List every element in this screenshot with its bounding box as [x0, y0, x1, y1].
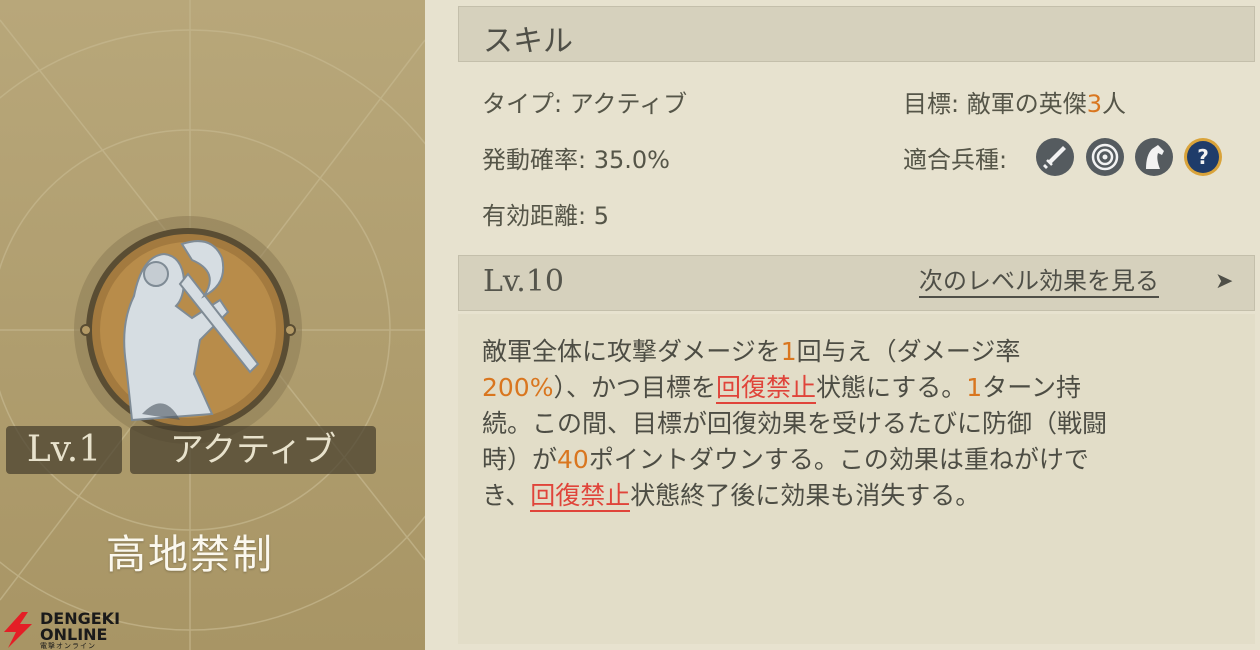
skill-name: 高地禁制	[106, 532, 274, 578]
desc-number: 1	[780, 337, 797, 366]
target-count: 3	[1086, 90, 1103, 118]
desc-text: 敵軍全体に攻撃ダメージを	[482, 337, 781, 366]
skill-type-badge: アクティブ	[130, 426, 376, 474]
horse-icon[interactable]	[1134, 137, 1174, 177]
desc-number: 40	[557, 445, 589, 474]
skill-type-info: タイプ: アクティブ	[482, 84, 687, 119]
effective-range-info: 有効距離: 5	[482, 196, 609, 231]
rate-value: 35.0%	[593, 146, 670, 174]
target-prefix: 敵軍の英傑	[966, 90, 1087, 118]
sword-icon[interactable]	[1035, 137, 1075, 177]
desc-number: 1	[966, 373, 983, 402]
svg-text:?: ?	[1197, 145, 1209, 169]
target-label: 目標:	[903, 90, 960, 118]
target-info: 目標: 敵軍の英傑3人	[903, 84, 1126, 119]
desc-text: 回与え（ダメージ率	[796, 337, 1021, 366]
type-value: アクティブ	[569, 90, 688, 118]
skill-description-box: 敵軍全体に攻撃ダメージを1回与え（ダメージ率 200%）、かつ目標を回復禁止状態…	[458, 314, 1255, 644]
skill-card: Lv.1 アクティブ 高地禁制 DENGEKI ONLINE 電撃オンライン	[0, 0, 425, 650]
desc-text: 状態にする。	[816, 373, 967, 402]
skill-header-bar: スキル	[458, 6, 1255, 62]
troops-label: 適合兵種:	[903, 146, 1008, 174]
activation-rate-info: 発動確率: 35.0%	[482, 140, 670, 175]
question-icon[interactable]: ?	[1183, 137, 1223, 177]
type-label: タイプ:	[482, 90, 563, 118]
desc-text: ）、かつ目標を	[553, 373, 716, 402]
status-keyword-link[interactable]: 回復禁止	[716, 373, 817, 404]
desc-text: 状態終了後に効果も消失する。	[630, 481, 981, 510]
target-suffix: 人	[1102, 90, 1127, 118]
range-label: 有効距離:	[482, 202, 587, 230]
next-level-effect-link[interactable]: 次のレベル効果を見る	[919, 267, 1159, 298]
troop-type-info: 適合兵種:	[903, 140, 1007, 175]
current-level: Lv.10	[483, 264, 565, 299]
desc-number: 200%	[482, 373, 554, 402]
arrow-right-icon[interactable]: ➤	[1215, 269, 1233, 294]
level-bar: Lv.10 次のレベル効果を見る ➤	[458, 255, 1255, 311]
target-icon[interactable]	[1085, 137, 1125, 177]
skill-section-title: スキル	[483, 24, 573, 59]
skill-emblem-icon	[74, 216, 302, 444]
skill-description: 敵軍全体に攻撃ダメージを1回与え（ダメージ率 200%）、かつ目標を回復禁止状態…	[482, 334, 1222, 514]
logo-text-katakana: 電撃オンライン	[40, 642, 96, 650]
rate-label: 発動確率:	[482, 146, 587, 174]
status-keyword-link[interactable]: 回復禁止	[530, 481, 631, 512]
range-value: 5	[593, 202, 610, 230]
lightning-bolt-icon	[4, 612, 32, 648]
dengeki-online-logo: DENGEKI ONLINE 電撃オンライン	[0, 608, 125, 650]
skill-level-badge: Lv.1	[6, 426, 122, 474]
